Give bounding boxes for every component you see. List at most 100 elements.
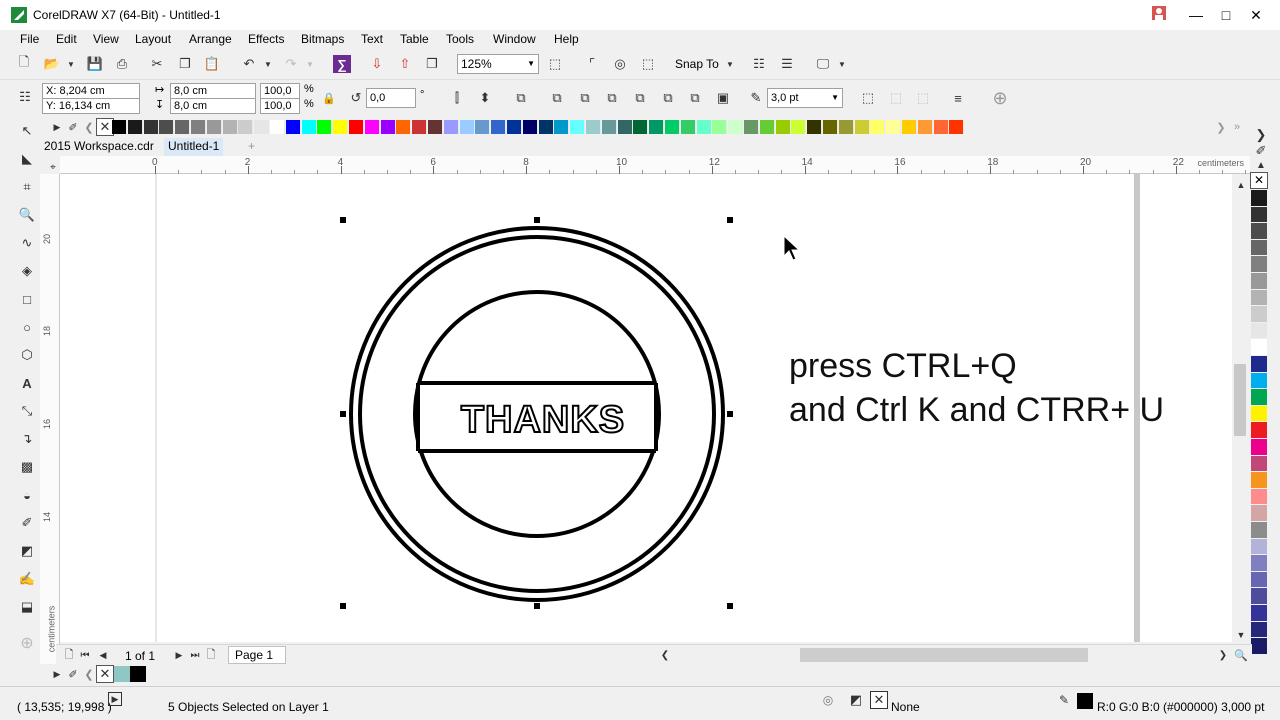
palette-swatch[interactable] [854,120,870,134]
menu-edit[interactable]: Edit [56,32,77,46]
palette-swatch[interactable] [191,120,206,134]
parallel-dimension-icon[interactable]: ⤡ [18,402,36,420]
palette-swatch[interactable] [206,120,222,134]
object-origin-icon[interactable]: ☷ [16,88,34,106]
connector-tool-icon[interactable]: ↴ [18,430,36,448]
palette-swatch[interactable] [175,120,191,134]
palette-swatch[interactable] [491,120,507,134]
import-icon[interactable]: ⇩ [368,55,386,73]
handle-bc[interactable] [534,603,540,609]
cut-icon[interactable]: ✂ [148,55,166,73]
doc-swatch-black[interactable] [130,666,146,682]
palette-swatch[interactable] [443,120,459,134]
handle-br[interactable] [727,603,733,609]
scroll-up-icon[interactable]: ▲ [1232,176,1250,194]
palette-swatch[interactable] [1251,405,1267,422]
palette-swatch[interactable] [617,120,633,134]
scroll-down-icon[interactable]: ▼ [1232,626,1250,644]
palette-swatch[interactable] [270,120,285,134]
palette-swatch[interactable] [1251,488,1267,505]
width-field[interactable]: 8,0 cm [170,83,256,99]
x-position-field[interactable]: X: 8,204 cm [42,83,140,99]
palette-swatch[interactable] [1251,538,1267,555]
palette-swatch[interactable] [807,120,823,134]
palette-swatch[interactable] [1251,522,1267,538]
text-wrap-icon[interactable]: ⬚ [859,89,877,107]
vertical-scroll-thumb[interactable] [1234,364,1246,436]
palette-swatch[interactable] [1251,206,1267,223]
front-minus-back-icon[interactable]: ⧉ [659,89,677,107]
options-icon[interactable]: ☷ [750,55,768,73]
palette-swatch[interactable] [222,120,238,134]
palette-swatch[interactable] [1251,223,1267,239]
menu-window[interactable]: Window [493,32,536,46]
palette-swatch[interactable] [475,120,491,134]
palette-swatch[interactable] [823,120,838,134]
palette-swatch[interactable] [301,120,317,134]
eyedropper-tool-icon[interactable]: ✐ [18,514,36,532]
add-icon[interactable]: ⊕ [991,88,1009,108]
publish-pdf-icon[interactable]: ❐ [423,55,441,73]
horizontal-ruler[interactable]: 0 2 4 6 8 10 12 14 16 18 20 22 centimeters [60,156,1250,174]
smart-fill-icon[interactable]: ◈ [18,262,36,280]
palette-swatch[interactable] [791,120,807,134]
snap-to-button[interactable]: Snap To [675,57,719,71]
scale-width-field[interactable]: 100,0 [260,83,300,99]
color-eyedropper-icon[interactable]: ⬓ [18,598,36,616]
export-icon[interactable]: ⇧ [396,55,414,73]
palette-swatch[interactable] [902,120,917,134]
copy-icon[interactable]: ❐ [176,55,194,73]
palette-swatch[interactable] [838,120,854,134]
drop-shadow-icon[interactable]: ▩ [18,458,36,476]
palette-swatch[interactable] [886,120,902,134]
minimize-button[interactable]: — [1182,4,1210,26]
simplify-icon[interactable]: ⧉ [631,89,649,107]
menu-help[interactable]: Help [554,32,579,46]
tab-2015-workspace[interactable]: 2015 Workspace.cdr [40,138,158,156]
combine-icon[interactable]: ⧉ [512,89,530,107]
hscroll-right-icon[interactable]: ❯ [1214,646,1232,664]
palette-swatch[interactable] [1251,472,1267,488]
palette-swatch[interactable] [112,120,127,134]
create-boundary-icon[interactable]: ▣ [714,89,732,107]
palette-swatch[interactable] [665,120,680,134]
undo-icon[interactable]: ↶ [240,55,258,73]
doc-swatch-teal[interactable] [114,666,130,682]
menu-table[interactable]: Table [400,32,429,46]
page-tab[interactable]: Page 1 [228,646,287,664]
mirror-vertical-icon[interactable]: ⬍ [476,89,494,107]
palette-swatch[interactable] [1251,322,1267,339]
handle-mr[interactable] [727,411,733,417]
save-icon[interactable]: 💾 [86,55,104,73]
welcome-screen-icon[interactable]: 🖵 [814,55,832,73]
palette-swatch[interactable] [775,120,791,134]
palette-swatch[interactable] [1251,621,1267,638]
palette-swatch[interactable] [728,120,744,134]
menu-view[interactable]: View [93,32,119,46]
menu-text[interactable]: Text [361,32,383,46]
show-guidelines-icon[interactable]: ⬚ [639,55,657,73]
palette-swatch[interactable] [254,120,270,134]
palette-swatch[interactable] [870,120,886,134]
align-distribute-icon[interactable]: ≡ [949,89,967,107]
palette-swatch[interactable] [570,120,586,134]
palette-swatch[interactable] [1251,372,1267,389]
palette-swatch[interactable] [1251,571,1267,588]
paste-icon[interactable]: 📋 [203,55,221,73]
palette-swatch[interactable] [1251,190,1267,206]
drawing-canvas[interactable]: THANKS press CTRL+Q and Ctrl K and CTRR+… [60,174,1232,642]
palette-swatch[interactable] [159,120,175,134]
intersect-icon[interactable]: ⧉ [603,89,621,107]
palette-swatch[interactable] [364,120,380,134]
ellipse-tool-icon[interactable]: ○ [18,318,36,336]
new-document-icon[interactable]: 🗋 [15,54,33,73]
palette-swatch[interactable] [380,120,396,134]
palette-swatch[interactable] [412,120,428,134]
rectangle-tool-icon[interactable]: □ [18,290,36,308]
redo-dropdown-icon[interactable]: ▼ [301,55,319,73]
color-proof-icon[interactable]: ◎ [819,691,837,709]
palette-swatch[interactable] [1251,638,1267,654]
first-page-icon[interactable]: ⏮ [76,646,94,664]
lock-ratio-icon[interactable]: 🔒 [320,89,338,107]
palette-swatch[interactable] [396,120,412,134]
